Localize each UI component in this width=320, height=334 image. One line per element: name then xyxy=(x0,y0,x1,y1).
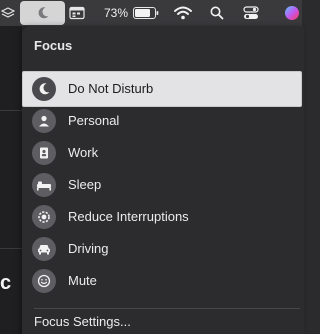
focus-item-personal[interactable]: Personal xyxy=(32,107,302,135)
menu-bar: 73% xyxy=(0,0,302,26)
search-icon[interactable] xyxy=(208,0,226,26)
focus-item-label: Sleep xyxy=(68,177,102,192)
focus-item-label: Driving xyxy=(68,241,109,256)
focus-item-label: Work xyxy=(68,145,99,160)
person-icon xyxy=(32,109,56,133)
focus-item-mute[interactable]: Mute xyxy=(32,267,302,295)
focus-item-do-not-disturb[interactable]: Do Not Disturb xyxy=(32,75,302,103)
calendar-icon[interactable] xyxy=(68,0,86,26)
bed-icon xyxy=(32,173,56,197)
smiley-icon xyxy=(32,269,56,293)
focus-item-label: Personal xyxy=(68,113,120,128)
divider xyxy=(0,110,22,111)
moon-icon xyxy=(38,7,48,19)
layers-icon[interactable] xyxy=(0,0,16,26)
focus-menu-title: Focus xyxy=(34,38,73,53)
screen: 73% c Focus Do Not Disturb Personal Work… xyxy=(0,0,304,334)
focus-item-label: Mute xyxy=(68,273,97,288)
divider xyxy=(0,248,22,249)
battery-percentage: 73% xyxy=(103,6,129,20)
focus-item-sleep[interactable]: Sleep xyxy=(32,171,302,199)
focus-item-reduce-interruptions[interactable]: Reduce Interruptions xyxy=(32,203,302,231)
focus-item-work[interactable]: Work xyxy=(32,139,302,167)
focus-item-label: Reduce Interruptions xyxy=(68,209,189,224)
moon-icon xyxy=(32,77,56,101)
siri-icon[interactable] xyxy=(282,0,302,26)
menu-separator xyxy=(34,308,300,309)
background-text: c xyxy=(0,272,12,294)
car-icon xyxy=(32,237,56,261)
focus-settings-link[interactable]: Focus Settings... xyxy=(34,312,131,332)
wifi-icon[interactable] xyxy=(172,0,194,26)
gear-badge-icon xyxy=(32,205,56,229)
battery-icon[interactable] xyxy=(132,0,160,26)
focus-item-label: Do Not Disturb xyxy=(68,81,154,96)
focus-item-driving[interactable]: Driving xyxy=(32,235,302,263)
focus-menu-panel: Focus Do Not Disturb Personal Work Sleep… xyxy=(22,26,304,334)
control-center-icon[interactable] xyxy=(242,0,260,26)
focus-menu-button[interactable] xyxy=(20,1,65,25)
id-badge-icon xyxy=(32,141,56,165)
